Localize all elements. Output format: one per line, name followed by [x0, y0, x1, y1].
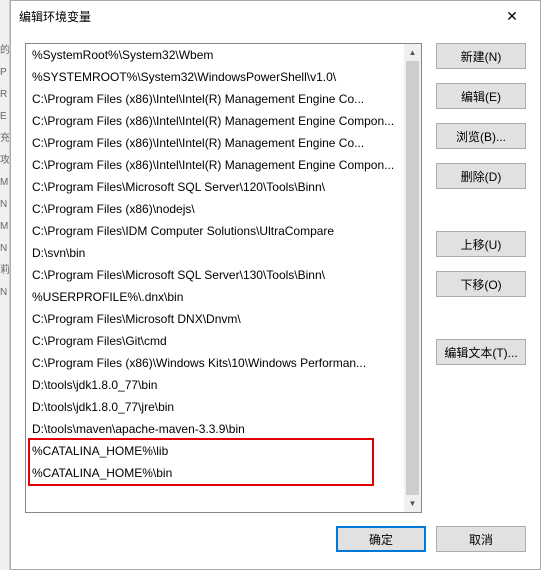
close-button[interactable]: ✕: [492, 2, 532, 30]
scrollbar[interactable]: ▲ ▼: [404, 44, 421, 512]
list-item[interactable]: D:\tools\jdk1.8.0_77\bin: [26, 374, 404, 396]
browse-button[interactable]: 浏览(B)...: [436, 123, 526, 149]
move-up-button[interactable]: 上移(U): [436, 231, 526, 257]
list-item[interactable]: C:\Program Files (x86)\Intel\Intel(R) Ma…: [26, 154, 404, 176]
cancel-button[interactable]: 取消: [436, 526, 526, 552]
scroll-up-button[interactable]: ▲: [404, 44, 421, 61]
side-buttons: 新建(N) 编辑(E) 浏览(B)... 删除(D) 上移(U) 下移(O) 编…: [436, 43, 526, 513]
list-item[interactable]: %CATALINA_HOME%\bin: [26, 462, 404, 484]
scroll-down-button[interactable]: ▼: [404, 495, 421, 512]
close-icon: ✕: [506, 8, 518, 25]
list-item[interactable]: C:\Program Files\Microsoft SQL Server\12…: [26, 176, 404, 198]
list-item[interactable]: %SystemRoot%\System32\Wbem: [26, 44, 404, 66]
list-item[interactable]: C:\Program Files\Microsoft SQL Server\13…: [26, 264, 404, 286]
list-item[interactable]: %SYSTEMROOT%\System32\WindowsPowerShell\…: [26, 66, 404, 88]
list-item[interactable]: %USERPROFILE%\.dnx\bin: [26, 286, 404, 308]
list-item[interactable]: C:\Program Files\Microsoft DNX\Dnvm\: [26, 308, 404, 330]
path-listbox[interactable]: %SystemRoot%\System32\Wbem%SYSTEMROOT%\S…: [25, 43, 422, 513]
list-item[interactable]: D:\svn\bin: [26, 242, 404, 264]
edit-text-button[interactable]: 编辑文本(T)...: [436, 339, 526, 365]
list-item[interactable]: C:\Program Files (x86)\Intel\Intel(R) Ma…: [26, 110, 404, 132]
scroll-track[interactable]: [404, 61, 421, 495]
list-item[interactable]: %CATALINA_HOME%\lib: [26, 440, 404, 462]
list-item[interactable]: C:\Program Files (x86)\Windows Kits\10\W…: [26, 352, 404, 374]
list-item[interactable]: D:\tools\maven\apache-maven-3.3.9\bin: [26, 418, 404, 440]
dialog-footer: 确定 取消: [11, 519, 540, 569]
background-window-edge: 的 PRE 充攻MNMN莉N: [0, 0, 10, 570]
delete-button[interactable]: 删除(D): [436, 163, 526, 189]
titlebar: 编辑环境变量 ✕: [11, 1, 540, 31]
edit-env-var-dialog: 编辑环境变量 ✕ %SystemRoot%\System32\Wbem%SYST…: [10, 0, 541, 570]
chevron-down-icon: ▼: [409, 499, 417, 508]
new-button[interactable]: 新建(N): [436, 43, 526, 69]
list-item[interactable]: C:\Program Files (x86)\Intel\Intel(R) Ma…: [26, 132, 404, 154]
list-item[interactable]: C:\Program Files (x86)\nodejs\: [26, 198, 404, 220]
chevron-up-icon: ▲: [409, 48, 417, 57]
list-item[interactable]: C:\Program Files\IDM Computer Solutions\…: [26, 220, 404, 242]
list-item[interactable]: C:\Program Files\Git\cmd: [26, 330, 404, 352]
list-item[interactable]: D:\tools\jdk1.8.0_77\jre\bin: [26, 396, 404, 418]
scroll-thumb[interactable]: [406, 61, 419, 495]
dialog-title: 编辑环境变量: [19, 8, 91, 25]
edit-button[interactable]: 编辑(E): [436, 83, 526, 109]
ok-button[interactable]: 确定: [336, 526, 426, 552]
move-down-button[interactable]: 下移(O): [436, 271, 526, 297]
list-item[interactable]: C:\Program Files (x86)\Intel\Intel(R) Ma…: [26, 88, 404, 110]
